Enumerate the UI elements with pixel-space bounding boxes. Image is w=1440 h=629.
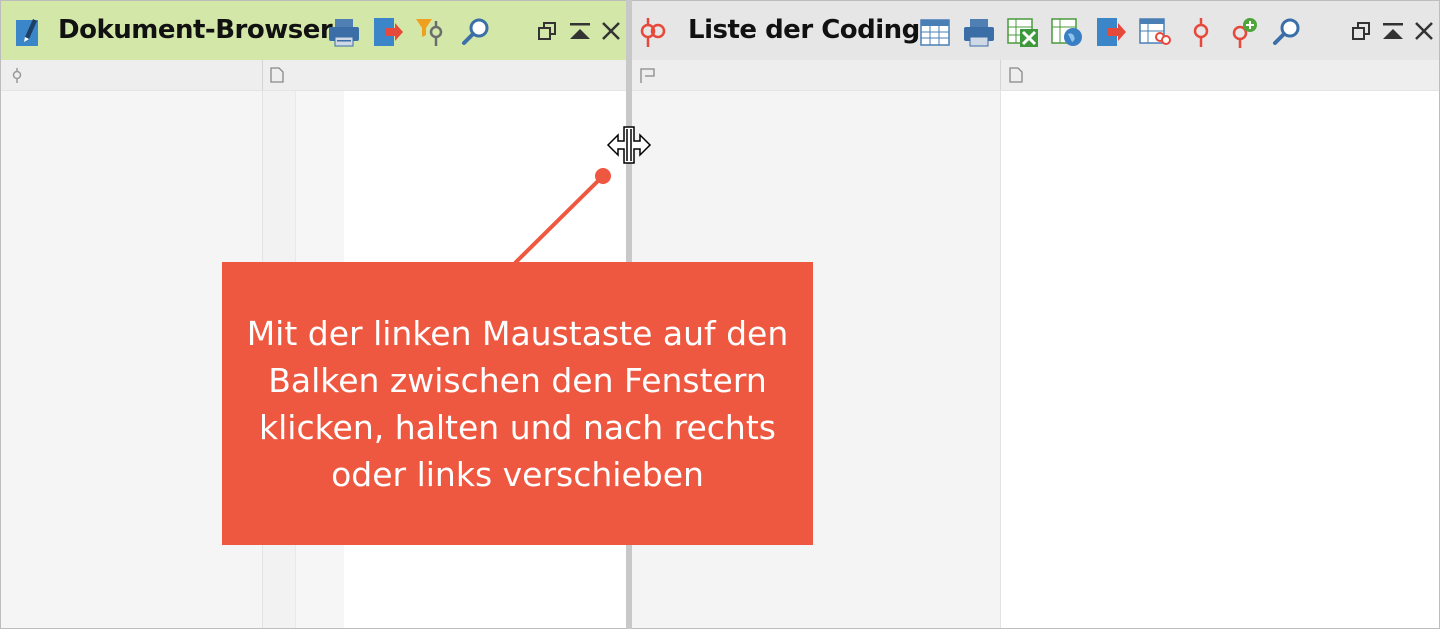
codings-list-column-header (632, 60, 1439, 91)
filter-code-icon[interactable] (414, 15, 448, 49)
codings-document-column[interactable] (1001, 91, 1439, 628)
export-icon[interactable] (371, 15, 405, 49)
undock-icon[interactable] (1349, 19, 1373, 43)
resize-horizontal-cursor-icon (606, 126, 652, 164)
add-code-icon[interactable] (1226, 15, 1260, 49)
code-icon[interactable] (1184, 15, 1218, 49)
pane-title: Dokument-Browser (58, 15, 333, 45)
document-browser-column-header (1, 60, 626, 91)
maximize-icon[interactable] (568, 19, 592, 43)
column-divider[interactable] (1000, 60, 1001, 90)
print-icon[interactable] (327, 15, 361, 49)
document-browser-titlebar: Dokument-Browser (1, 1, 626, 60)
callout-text: Mit der linken Maustaste auf den Balken … (246, 313, 789, 494)
print-icon[interactable] (962, 15, 996, 49)
document-column-icon[interactable] (1008, 66, 1024, 84)
column-divider[interactable] (262, 60, 263, 90)
close-icon[interactable] (599, 19, 623, 43)
export-icon[interactable] (1094, 15, 1128, 49)
document-column-icon[interactable] (269, 66, 285, 84)
code-column-icon[interactable] (9, 66, 25, 84)
table-codes-icon[interactable] (1138, 15, 1172, 49)
search-icon[interactable] (1270, 15, 1304, 49)
table-icon[interactable] (918, 15, 952, 49)
search-icon[interactable] (459, 15, 493, 49)
web-export-icon[interactable] (1050, 15, 1084, 49)
code-icon (640, 18, 666, 47)
codings-list-titlebar: Liste der Codings (632, 1, 1439, 60)
undock-icon[interactable] (535, 19, 559, 43)
maximize-icon[interactable] (1381, 19, 1405, 43)
document-pen-icon (16, 19, 38, 46)
close-icon[interactable] (1412, 19, 1436, 43)
instruction-callout: Mit der linken Maustaste auf den Balken … (222, 262, 813, 545)
flag-column-icon[interactable] (639, 66, 655, 84)
excel-export-icon[interactable] (1006, 15, 1040, 49)
pane-title: Liste der Codings (688, 15, 935, 45)
